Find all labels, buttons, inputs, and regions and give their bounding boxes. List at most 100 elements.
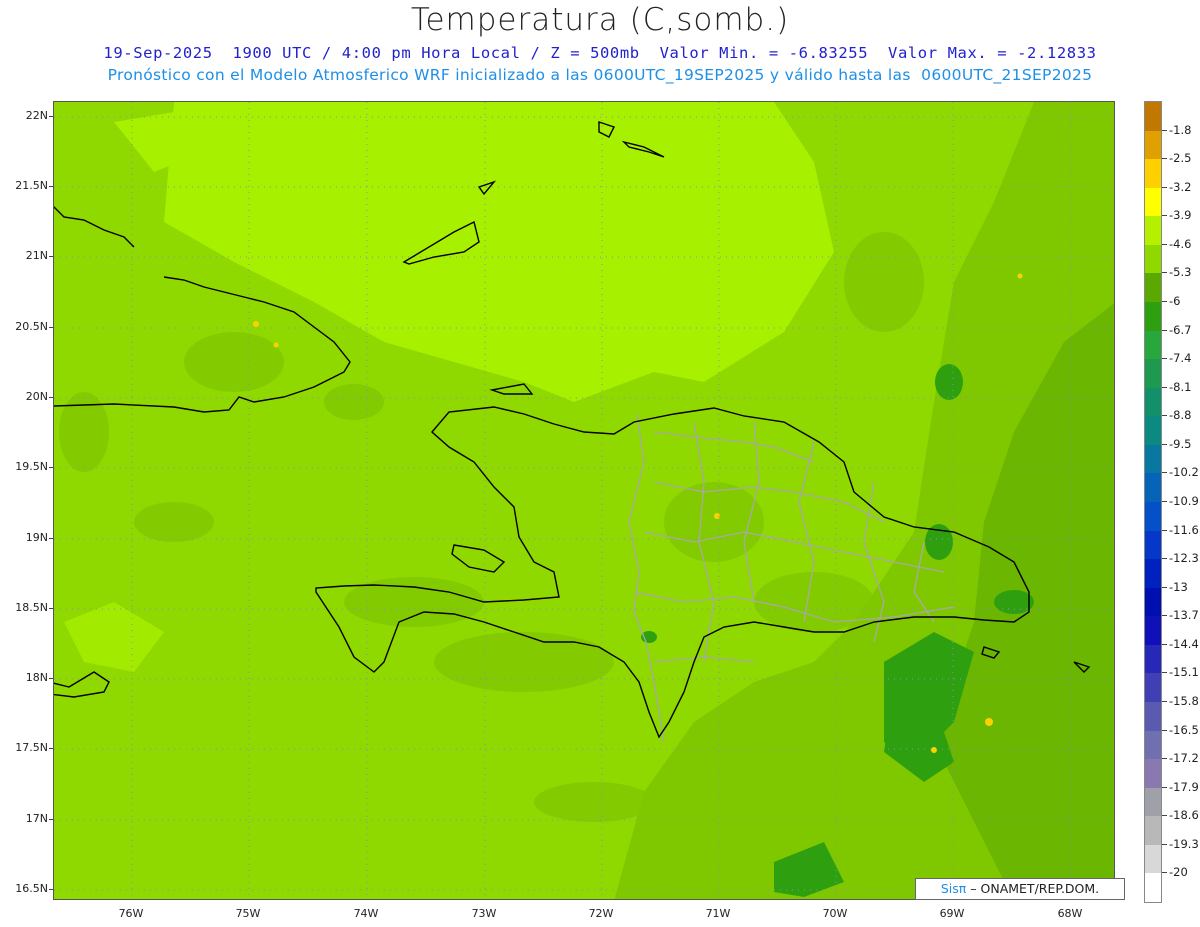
colorbar-tick xyxy=(1162,586,1167,588)
lon-label: 76W xyxy=(118,907,144,920)
lat-label: 21N xyxy=(2,249,54,262)
colorbar-segment xyxy=(1145,159,1161,189)
colorbar-label: -2.5 xyxy=(1169,151,1192,166)
colorbar-label: -15.1 xyxy=(1169,665,1199,680)
subtitle-model-info: Pronóstico con el Modelo Atmosferico WRF… xyxy=(107,66,1093,84)
colorbar-tick xyxy=(1162,329,1167,331)
lat-label: 18.5N xyxy=(2,601,54,614)
colorbar-tick xyxy=(1162,415,1167,417)
colorbar-label: -5.3 xyxy=(1169,265,1192,280)
colorbar-label: -11.6 xyxy=(1169,522,1199,537)
colorbar-segment xyxy=(1145,673,1161,703)
colorbar-segment xyxy=(1145,730,1161,760)
credit-box: Sisπ – ONAMET/REP.DOM. xyxy=(915,878,1125,900)
colorbar-tick xyxy=(1162,615,1167,617)
colorbar-tick xyxy=(1162,386,1167,388)
colorbar-segment xyxy=(1145,187,1161,217)
colorbar-tick xyxy=(1162,815,1167,817)
colorbar-tick xyxy=(1162,158,1167,160)
colorbar-segment xyxy=(1145,787,1161,817)
colorbar-tick xyxy=(1162,672,1167,674)
colorbar-label: -10.9 xyxy=(1169,494,1199,508)
lon-label: 69W xyxy=(939,907,965,920)
colorbar-segment xyxy=(1145,102,1161,132)
colorbar-label: -1.8 xyxy=(1169,122,1192,137)
lat-label: 21.5N xyxy=(2,179,54,192)
colorbar-tick xyxy=(1162,358,1167,360)
colorbar-tick xyxy=(1162,786,1167,788)
colorbar-label: -10.2 xyxy=(1169,465,1199,480)
colorbar-segment xyxy=(1145,273,1161,303)
lat-label: 20N xyxy=(2,390,54,403)
lon-label: 73W xyxy=(471,907,497,920)
colorbar-tick xyxy=(1162,186,1167,188)
colorbar-segment xyxy=(1145,816,1161,846)
colorbar-label: -14.4 xyxy=(1169,636,1199,651)
colorbar-label: -20 xyxy=(1169,865,1188,880)
colorbar-tick xyxy=(1162,301,1167,302)
colorbar-tick xyxy=(1162,472,1167,474)
lat-label: 18N xyxy=(2,671,54,684)
colorbar-label: -16.5 xyxy=(1169,722,1199,737)
lon-label: 68W xyxy=(1057,907,1083,920)
colorbar-segment xyxy=(1145,587,1161,617)
lat-label: 16.5N xyxy=(2,882,54,895)
colorbar-tick xyxy=(1162,872,1167,874)
lon-label: 75W xyxy=(235,907,261,920)
colorbar-label: -6.7 xyxy=(1169,322,1192,337)
colorbar-segment xyxy=(1145,359,1161,389)
colorbar-segment xyxy=(1145,844,1161,874)
colorbar-tick xyxy=(1162,701,1167,702)
colorbar-segment xyxy=(1145,616,1161,646)
colorbar-segment xyxy=(1145,644,1161,674)
colorbar-tick xyxy=(1162,843,1167,845)
colorbar-segment xyxy=(1145,130,1161,160)
colorbar-label: -8.1 xyxy=(1169,379,1192,394)
colorbar-segment xyxy=(1145,873,1161,903)
colorbar-segment xyxy=(1145,244,1161,274)
colorbar-tick xyxy=(1162,729,1167,731)
sispi-logo: Sisπ xyxy=(940,881,967,896)
colorbar-segment xyxy=(1145,444,1161,474)
colorbar-label: -17.9 xyxy=(1169,779,1199,794)
map-canvas xyxy=(54,102,1114,899)
colorbar-segment xyxy=(1145,302,1161,332)
colorbar-label: -15.8 xyxy=(1169,694,1199,708)
credit-text: – ONAMET/REP.DOM. xyxy=(970,881,1100,896)
subtitle-run-info: 19-Sep-2025 1900 UTC / 4:00 pm Hora Loca… xyxy=(103,44,1097,62)
colorbar-tick xyxy=(1162,558,1167,560)
colorbar-segment xyxy=(1145,330,1161,360)
temperature-map[interactable] xyxy=(53,101,1115,900)
lon-label: 72W xyxy=(588,907,614,920)
colorbar-tick xyxy=(1162,243,1167,245)
colorbar-label: -12.3 xyxy=(1169,551,1199,566)
colorbar-label: -3.2 xyxy=(1169,179,1192,194)
colorbar-tick xyxy=(1162,758,1167,760)
colorbar-tick xyxy=(1162,272,1167,274)
colorbar-label: -9.5 xyxy=(1169,436,1192,451)
colorbar-label: -7.4 xyxy=(1169,351,1192,366)
lat-label: 19.5N xyxy=(2,460,54,473)
lat-label: 19N xyxy=(2,531,54,544)
colorbar-segment xyxy=(1145,216,1161,246)
colorbar-segment xyxy=(1145,759,1161,789)
lon-label: 70W xyxy=(822,907,848,920)
map-title: Temperatura (C,somb.) xyxy=(410,2,790,38)
colorbar-segment xyxy=(1145,387,1161,417)
colorbar-segment xyxy=(1145,416,1161,446)
colorbar-segment xyxy=(1145,502,1161,532)
colorbar-tick xyxy=(1162,215,1167,217)
colorbar-label: -18.6 xyxy=(1169,808,1199,823)
colorbar-label: -19.3 xyxy=(1169,836,1199,851)
colorbar-label: -6 xyxy=(1169,294,1181,308)
colorbar xyxy=(1144,101,1162,903)
colorbar-label: -3.9 xyxy=(1169,208,1192,223)
colorbar-tick xyxy=(1162,443,1167,445)
colorbar-tick xyxy=(1162,129,1167,131)
colorbar-label: -17.2 xyxy=(1169,751,1199,766)
colorbar-label: -4.6 xyxy=(1169,236,1192,251)
lat-label: 17N xyxy=(2,812,54,825)
colorbar-segment xyxy=(1145,530,1161,560)
lon-label: 74W xyxy=(353,907,379,920)
colorbar-label: -8.8 xyxy=(1169,408,1192,423)
